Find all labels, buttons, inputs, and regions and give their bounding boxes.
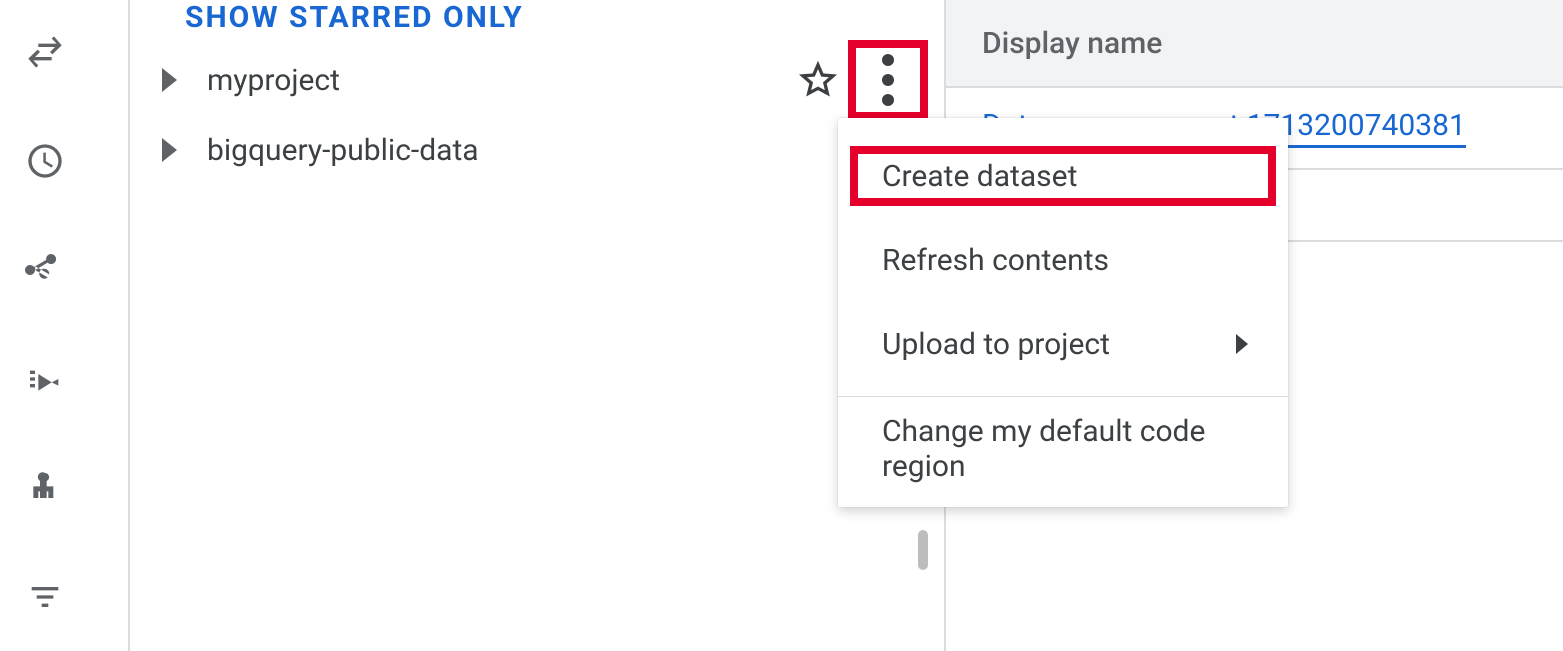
expand-arrow-icon[interactable] bbox=[162, 68, 177, 92]
share-icon[interactable] bbox=[23, 248, 67, 292]
more-vert-icon bbox=[882, 50, 894, 110]
menu-divider bbox=[838, 396, 1288, 397]
explorer-panel: SHOW STARRED ONLY myproject bigquery-pub… bbox=[128, 0, 928, 651]
clock-icon[interactable] bbox=[23, 139, 67, 183]
show-starred-toggle[interactable]: SHOW STARRED ONLY bbox=[130, 0, 928, 45]
tree-label: bigquery-public-data bbox=[207, 133, 880, 168]
left-rail bbox=[0, 0, 90, 651]
menu-item-label: Upload to project bbox=[882, 327, 1110, 362]
menu-item-label: Refresh contents bbox=[882, 243, 1109, 278]
chevron-right-icon bbox=[1236, 334, 1248, 354]
filter-icon[interactable] bbox=[23, 575, 67, 619]
more-actions-button[interactable] bbox=[848, 40, 928, 120]
menu-item-create-dataset[interactable]: Create dataset bbox=[838, 134, 1288, 218]
tree-row-myproject[interactable]: myproject bbox=[130, 45, 928, 115]
star-outline-icon[interactable] bbox=[798, 60, 838, 100]
project-context-menu: Create dataset Refresh contents Upload t… bbox=[838, 118, 1288, 507]
menu-item-upload-to-project[interactable]: Upload to project bbox=[838, 302, 1288, 386]
lineage-icon[interactable] bbox=[23, 466, 67, 510]
transfers-icon[interactable] bbox=[23, 30, 67, 74]
menu-item-label: Change my default code region bbox=[882, 414, 1244, 484]
tree-label: myproject bbox=[207, 63, 798, 98]
column-header-display-name[interactable]: Display name bbox=[946, 0, 1563, 88]
expand-arrow-icon[interactable] bbox=[162, 138, 177, 162]
menu-item-label: Create dataset bbox=[882, 159, 1077, 194]
scrollbar-thumb[interactable] bbox=[918, 530, 928, 570]
migrate-icon[interactable] bbox=[23, 357, 67, 401]
menu-item-change-region[interactable]: Change my default code region bbox=[838, 407, 1288, 491]
tree-row-bigquery-public-data[interactable]: bigquery-public-data bbox=[130, 115, 928, 185]
menu-item-refresh-contents[interactable]: Refresh contents bbox=[838, 218, 1288, 302]
